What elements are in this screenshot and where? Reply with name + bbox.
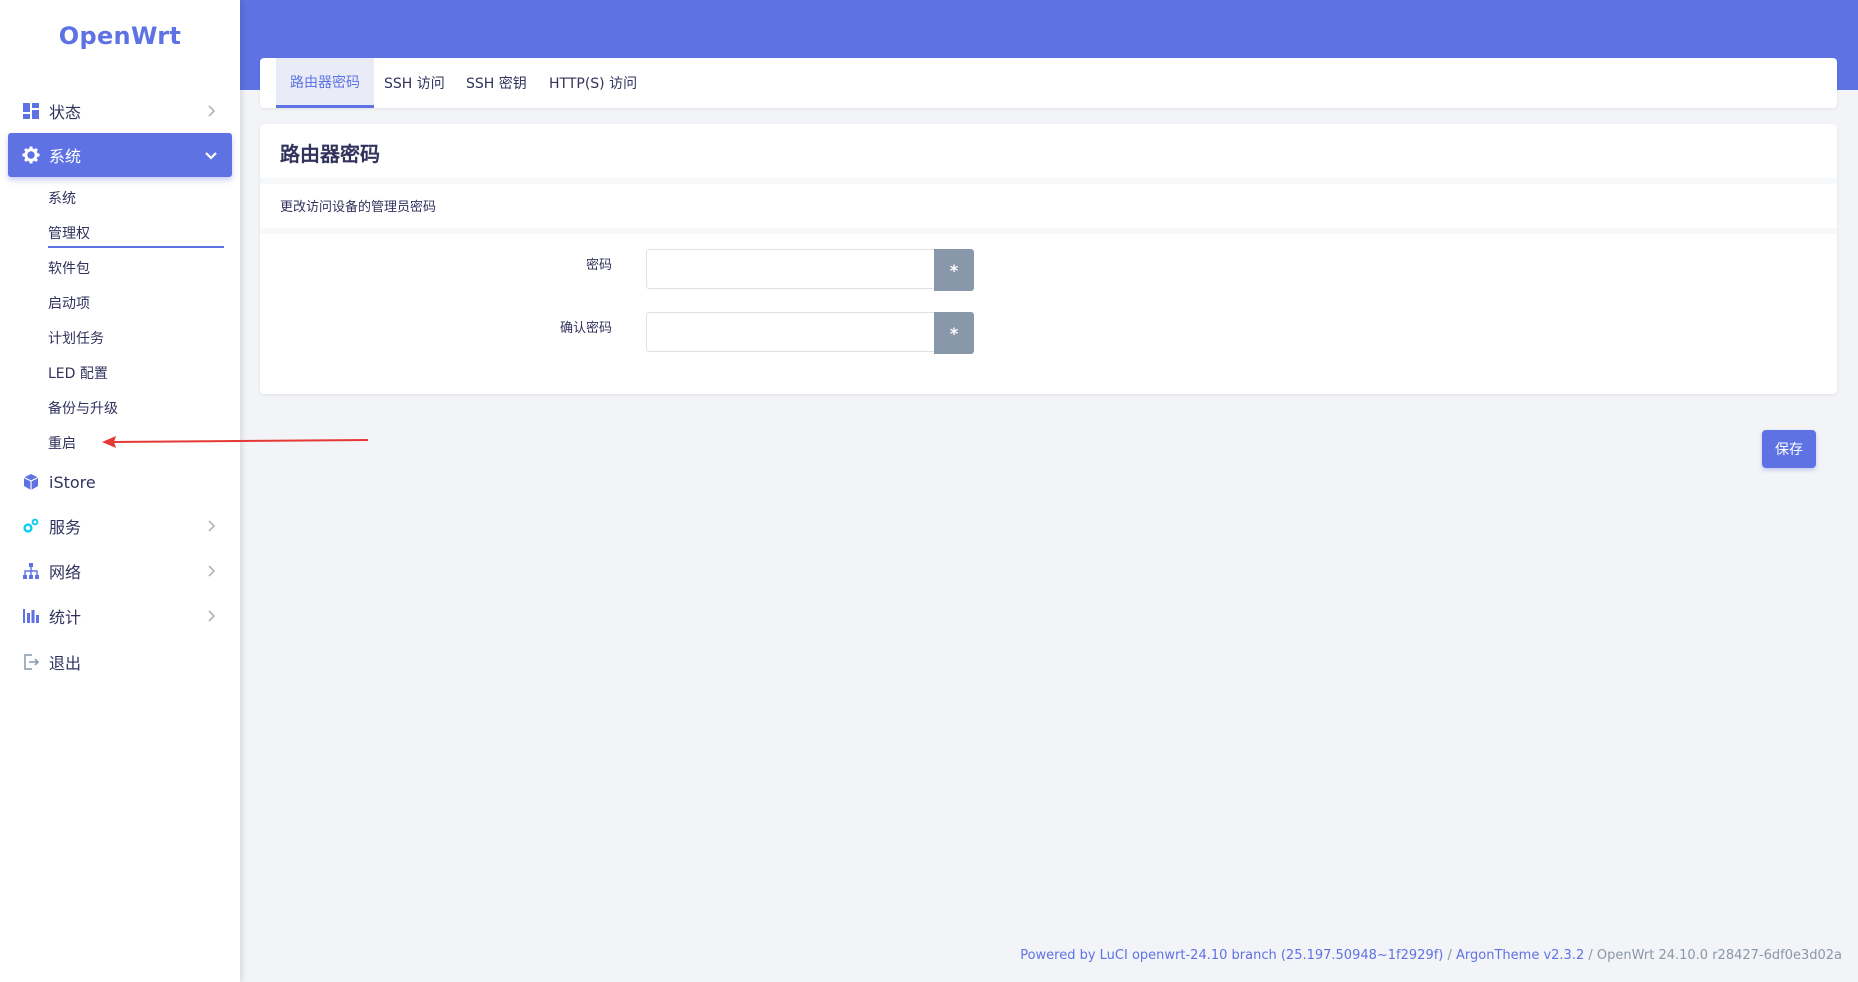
sidebar-item-logout[interactable]: 退出	[8, 640, 232, 684]
router-password-section: 路由器密码 更改访问设备的管理员密码 密码 * 确认密码 *	[260, 124, 1837, 394]
divider	[260, 228, 1837, 234]
sidebar-subitem-reboot[interactable]: 重启	[48, 433, 76, 453]
chevron-right-icon	[202, 607, 220, 625]
tab-ssh-keys[interactable]: SSH 密钥	[466, 58, 527, 108]
sidebar-subitem-startup[interactable]: 启动项	[48, 293, 90, 313]
annotation-arrow-icon	[102, 436, 369, 448]
tab-https-access[interactable]: HTTP(S) 访问	[549, 58, 637, 108]
tab-ssh-access[interactable]: SSH 访问	[384, 58, 445, 108]
sidebar-subitem-software[interactable]: 软件包	[48, 258, 90, 278]
chevron-right-icon	[202, 562, 220, 580]
sidebar-item-statistics[interactable]: 统计	[8, 594, 232, 638]
sidebar-item-services[interactable]: 服务	[8, 504, 232, 548]
chevron-down-icon	[202, 146, 220, 164]
sidebar-item-label: 统计	[49, 608, 82, 627]
cogs-icon	[21, 516, 41, 536]
sidebar-item-network[interactable]: 网络	[8, 549, 232, 593]
sidebar-item-label: 状态	[49, 103, 82, 122]
section-description: 更改访问设备的管理员密码	[280, 200, 437, 215]
tab-bar: 路由器密码 SSH 访问 SSH 密钥 HTTP(S) 访问	[260, 58, 1837, 108]
sidebar-item-label: 网络	[49, 563, 82, 582]
sidebar-subitem-system[interactable]: 系统	[48, 188, 76, 208]
footer: Powered by LuCI openwrt-24.10 branch (25…	[1020, 948, 1842, 963]
sitemap-icon	[21, 561, 41, 581]
section-title: 路由器密码	[280, 142, 380, 166]
sidebar-subitem-scheduled-tasks[interactable]: 计划任务	[48, 328, 104, 348]
password-field[interactable]	[646, 249, 934, 289]
footer-separator: /	[1584, 948, 1597, 963]
cube-icon	[21, 472, 41, 492]
confirm-password-label: 确认密码	[559, 321, 612, 336]
sidebar-subitem-backup-upgrade[interactable]: 备份与升级	[48, 398, 118, 418]
sidebar-item-label: 系统	[49, 147, 82, 166]
footer-version: OpenWrt 24.10.0 r28427-6df0e3d02a	[1596, 948, 1842, 963]
password-label: 密码	[585, 258, 612, 273]
sidebar-item-label: 服务	[49, 518, 82, 537]
bar-chart-icon	[21, 606, 41, 626]
sidebar-subitem-led-config[interactable]: LED 配置	[48, 363, 108, 383]
password-reveal-button[interactable]: *	[934, 249, 974, 291]
dashboard-icon	[21, 101, 41, 121]
active-subitem-underline	[48, 246, 224, 248]
confirm-password-field[interactable]	[646, 312, 934, 352]
footer-luci-link[interactable]: LuCI openwrt-24.10 branch (25.197.50948~…	[1100, 948, 1444, 963]
sidebar-item-system[interactable]: 系统	[8, 133, 232, 177]
sidebar-subitem-administration[interactable]: 管理权	[48, 223, 90, 243]
sidebar-item-status[interactable]: 状态	[8, 89, 232, 133]
save-button[interactable]: 保存	[1762, 430, 1816, 468]
sidebar: OpenWrt 状态 系统 系统 管理权 软件包 启动项 计划任务 LED 配置…	[0, 0, 240, 982]
tab-router-password[interactable]: 路由器密码	[276, 58, 374, 108]
footer-separator: /	[1443, 948, 1457, 963]
chevron-right-icon	[202, 517, 220, 535]
sidebar-item-istore[interactable]: iStore	[8, 460, 232, 504]
footer-theme-link[interactable]: ArgonTheme v2.3.2	[1456, 948, 1584, 963]
gear-icon	[21, 145, 41, 165]
sidebar-item-label: 退出	[49, 654, 82, 673]
footer-powered-prefix: Powered by	[1020, 948, 1100, 963]
confirm-password-reveal-button[interactable]: *	[934, 312, 974, 354]
divider	[260, 178, 1837, 184]
chevron-right-icon	[202, 102, 220, 120]
sign-out-icon	[21, 652, 41, 672]
openwrt-logo[interactable]: OpenWrt	[0, 22, 240, 50]
sidebar-item-label: iStore	[49, 472, 96, 492]
